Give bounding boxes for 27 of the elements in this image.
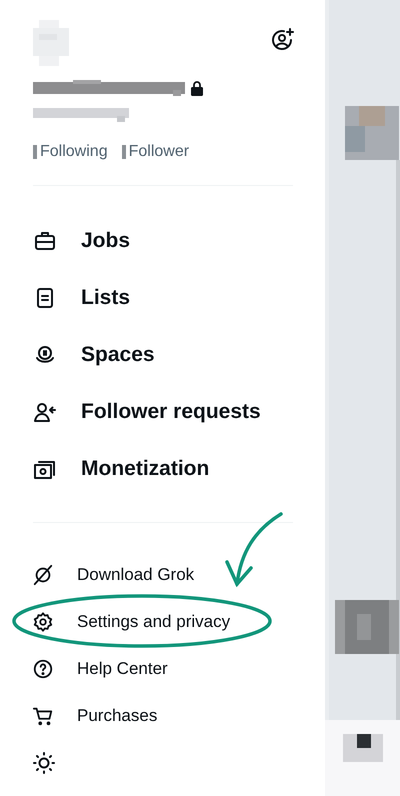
sun-icon bbox=[32, 750, 56, 774]
menu-item[interactable]: Settings and privacy bbox=[33, 598, 325, 645]
menu-item-label: Settings and privacy bbox=[77, 612, 230, 632]
stat-link[interactable]: Following bbox=[40, 143, 108, 161]
menu-item[interactable]: Download Grok bbox=[33, 551, 325, 598]
menu-item[interactable]: Help Center bbox=[33, 645, 325, 692]
menu-item-label: Lists bbox=[81, 286, 130, 310]
menu-item[interactable]: Follower requests bbox=[33, 383, 325, 440]
stat-link[interactable]: Follower bbox=[128, 143, 190, 161]
menu-item[interactable]: Spaces bbox=[33, 326, 325, 383]
menu-item-label: Purchases bbox=[77, 706, 158, 726]
menu-item[interactable]: Jobs bbox=[33, 212, 325, 269]
menu-item-label: Follower requests bbox=[81, 400, 261, 424]
menu-item-label: Jobs bbox=[81, 228, 130, 252]
help-icon bbox=[32, 658, 54, 680]
menu-item-label: Download Grok bbox=[77, 564, 194, 584]
menu-item[interactable]: Lists bbox=[33, 269, 325, 326]
add-user-icon[interactable] bbox=[271, 28, 295, 52]
settings-icon bbox=[32, 610, 54, 632]
menu-item-label: Monetization bbox=[81, 456, 210, 480]
menu-item-label: Help Center bbox=[77, 658, 168, 678]
menu-item[interactable]: Monetization bbox=[33, 440, 325, 497]
blurred-count bbox=[33, 145, 37, 159]
slashed-circle-icon bbox=[32, 564, 54, 586]
blurred-count bbox=[122, 145, 126, 159]
menu-item-label: Spaces bbox=[81, 342, 155, 366]
menu-item[interactable]: Purchases bbox=[33, 692, 325, 739]
